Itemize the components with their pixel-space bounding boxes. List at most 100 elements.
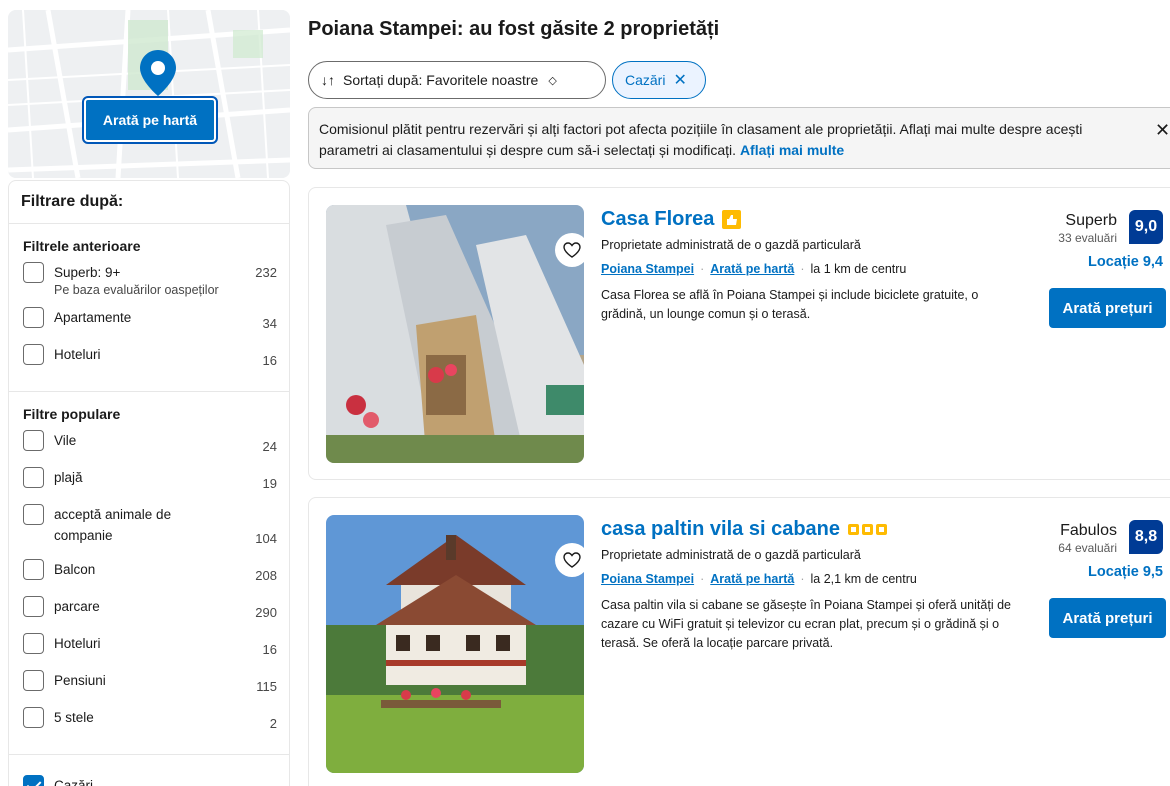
filter-count: 34 (262, 316, 277, 331)
filters-title: Filtrare după: (9, 181, 289, 224)
filter-group-title: Filtre populare (23, 406, 121, 422)
filter-beach[interactable]: plajă 19 (23, 467, 277, 494)
checkbox[interactable] (23, 504, 44, 525)
host-info: Proprietate administrată de o gazdă part… (601, 548, 861, 562)
checkbox[interactable] (23, 344, 44, 365)
show-on-map-link[interactable]: Arată pe hartă (710, 572, 794, 586)
filter-count: 115 (256, 679, 277, 694)
favorite-heart-button[interactable] (555, 543, 584, 577)
notice-text: Comisionul plătit pentru rezervări și al… (319, 121, 1083, 158)
location-score: Locație 9,4 (1088, 254, 1163, 270)
property-card: Casa Florea Proprietate administrată de … (308, 187, 1170, 480)
show-prices-button[interactable]: Arată prețuri (1049, 598, 1166, 638)
filter-label: plajă (54, 470, 83, 485)
filter-label: Apartamente (54, 310, 132, 325)
filter-count: 16 (262, 642, 277, 657)
checkbox[interactable] (23, 430, 44, 451)
filter-villas[interactable]: Vile 24 (23, 430, 277, 457)
sort-dropdown[interactable]: ↓↑ Sortați după: Favoritele noastre ◇ (308, 61, 606, 99)
checkbox[interactable] (23, 670, 44, 691)
location-link[interactable]: Poiana Stampei (601, 262, 694, 276)
filter-count: 208 (255, 568, 277, 583)
filter-balcony[interactable]: Balcon 208 (23, 559, 277, 586)
filter-count: 232 (255, 265, 277, 280)
page-title: Poiana Stampei: au fost găsite 2 proprie… (308, 18, 720, 40)
property-description: Casa paltin vila si cabane se găsește în… (601, 598, 1011, 650)
filter-count: 306 (249, 775, 277, 786)
filter-count: 290 (255, 605, 277, 620)
location-links: Poiana Stampei · Arată pe hartă · la 2,1… (601, 572, 917, 586)
filter-label: Hoteluri (54, 347, 101, 362)
checkbox[interactable] (23, 262, 44, 283)
checkbox[interactable] (23, 467, 44, 488)
review-score-badge[interactable]: 8,8 (1129, 520, 1163, 554)
filter-hotels[interactable]: Hoteluri 16 (23, 633, 277, 660)
property-card: casa paltin vila si cabane Proprietate a… (308, 497, 1170, 786)
checkbox[interactable] (23, 596, 44, 617)
checkbox[interactable] (23, 307, 44, 328)
filter-5-stars[interactable]: 5 stele 2 (23, 707, 277, 734)
filter-label: Hoteluri (54, 636, 101, 651)
host-info: Proprietate administrată de o gazdă part… (601, 238, 861, 252)
filter-label: acceptă animale de companie (54, 507, 172, 543)
filter-parking[interactable]: parcare 290 (23, 596, 277, 623)
filter-label: Superb: 9+ (54, 265, 121, 280)
property-photo[interactable] (326, 515, 584, 773)
filter-guesthouses[interactable]: Pensiuni 115 (23, 670, 277, 697)
filter-group-previous: Filtrele anterioare Superb: 9+ Pe baza e… (9, 224, 289, 392)
checkbox[interactable] (23, 707, 44, 728)
filter-label: Cazări (54, 778, 94, 786)
show-on-map-link[interactable]: Arată pe hartă (710, 262, 794, 276)
rating-word: Superb (1065, 212, 1117, 229)
filter-label: parcare (54, 599, 100, 614)
map-preview[interactable]: Arată pe hartă (8, 10, 290, 178)
show-on-map-button[interactable]: Arată pe hartă (82, 96, 218, 144)
filter-count: 19 (262, 476, 277, 491)
active-filter-chip[interactable]: Cazări ✕ (612, 61, 706, 99)
distance-text: la 1 km de centru (810, 262, 907, 276)
filter-count: 104 (255, 531, 277, 546)
property-name-link[interactable]: casa paltin vila si cabane (601, 518, 888, 541)
rating-word: Fabulos (1060, 522, 1117, 539)
checkbox[interactable] (23, 633, 44, 654)
filter-count: 16 (262, 353, 277, 368)
location-score: Locație 9,5 (1088, 564, 1163, 580)
show-prices-button[interactable]: Arată prețuri (1049, 288, 1166, 328)
sort-arrows-icon: ↓↑ (321, 72, 335, 88)
filter-label: 5 stele (54, 710, 94, 725)
property-photo-image (326, 515, 584, 773)
filter-sublabel: Pe baza evaluărilor oaspeților (54, 283, 219, 297)
checkbox[interactable] (23, 559, 44, 580)
heart-icon (563, 242, 581, 258)
close-icon[interactable]: ✕ (1155, 120, 1170, 141)
review-count: 33 evaluări (1058, 231, 1117, 245)
property-photo[interactable] (326, 205, 584, 463)
filter-accommodation[interactable]: Cazări 306 (23, 775, 277, 786)
location-links: Poiana Stampei · Arată pe hartă · la 1 k… (601, 262, 907, 276)
ranking-notice: Comisionul plătit pentru rezervări și al… (308, 107, 1170, 169)
filter-label: Vile (54, 433, 77, 448)
review-score-badge[interactable]: 9,0 (1129, 210, 1163, 244)
close-icon[interactable]: ✕ (673, 70, 686, 90)
filter-sidebar: Filtrare după: Filtrele anterioare Super… (8, 180, 290, 786)
checkbox-checked[interactable] (23, 775, 44, 786)
distance-text: la 2,1 km de centru (810, 572, 917, 586)
location-link[interactable]: Poiana Stampei (601, 572, 694, 586)
property-description: Casa Florea se află în Poiana Stampei și… (601, 288, 979, 321)
filter-group-accommodation: Cazări 306 (9, 755, 289, 786)
property-photo-image (326, 205, 584, 463)
map-pin-icon (140, 50, 176, 96)
learn-more-link[interactable]: Aflați mai multe (740, 142, 844, 158)
filter-superb[interactable]: Superb: 9+ Pe baza evaluărilor oaspețilo… (23, 262, 277, 297)
property-name-link[interactable]: Casa Florea (601, 208, 742, 231)
filter-hotels-previous[interactable]: Hoteluri 16 (23, 344, 277, 371)
rating-squares-icon (848, 524, 888, 535)
filter-label: Balcon (54, 562, 96, 577)
favorite-heart-button[interactable] (555, 233, 584, 267)
review-count: 64 evaluări (1058, 541, 1117, 555)
active-filter-label: Cazări (625, 72, 666, 88)
filter-apartments[interactable]: Apartamente 34 (23, 307, 277, 334)
filter-pets[interactable]: acceptă animale de companie 104 (23, 504, 277, 549)
filter-label: Pensiuni (54, 673, 106, 688)
filter-count: 24 (262, 439, 277, 454)
